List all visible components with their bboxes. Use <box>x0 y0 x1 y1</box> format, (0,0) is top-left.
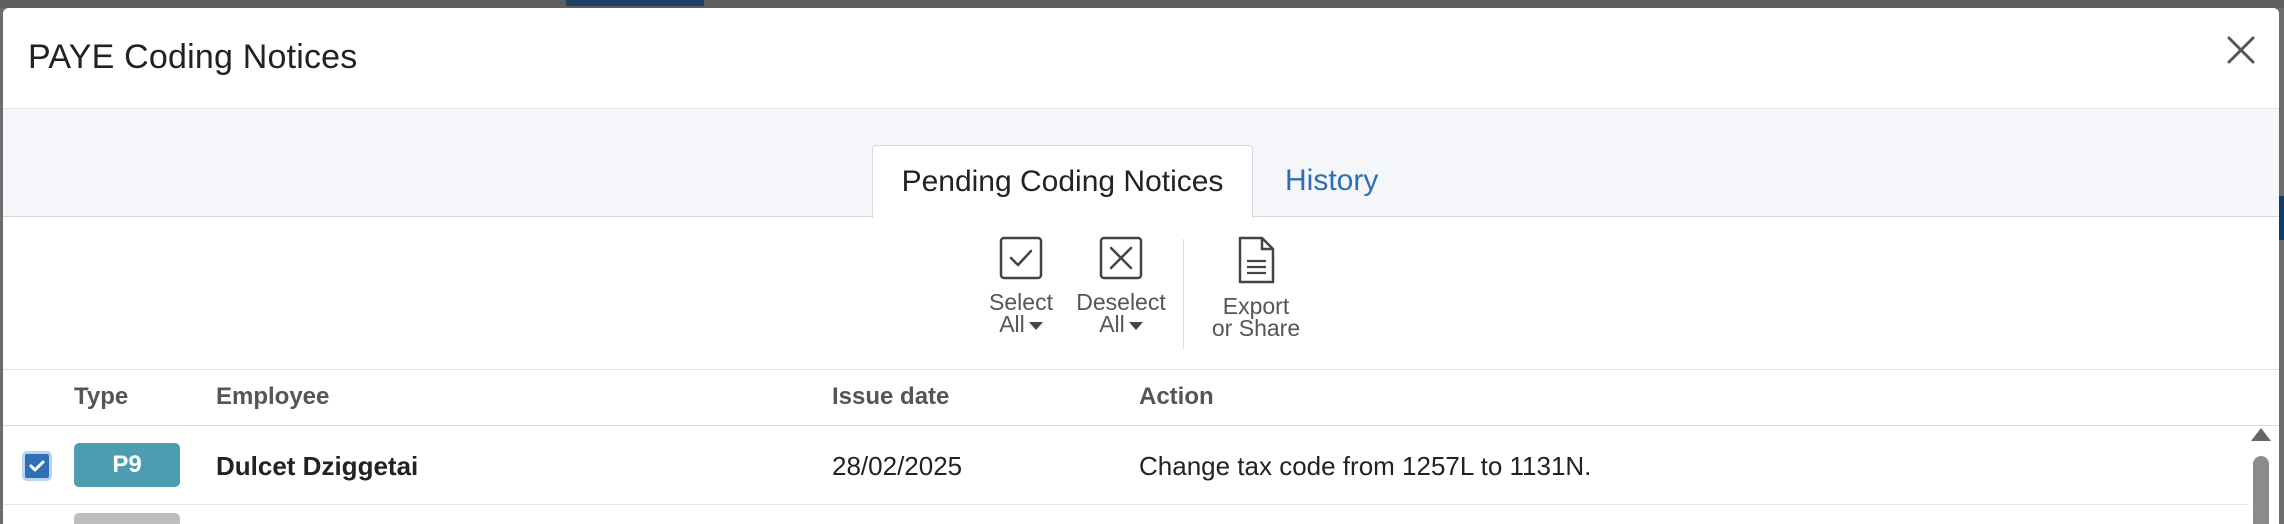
checkbox-check-icon <box>999 236 1043 280</box>
toolbar-divider <box>1183 239 1184 349</box>
issue-date: 28/02/2025 <box>832 451 963 481</box>
row-checkbox[interactable] <box>22 451 52 481</box>
action-text: Change tax code from 1257L to 1131N. <box>1139 451 1592 481</box>
column-header-action[interactable]: Action <box>1139 383 1214 411</box>
tab-history[interactable]: History <box>1259 145 1404 217</box>
deselect-all-label-2: All <box>1099 311 1125 337</box>
export-or-share-button[interactable]: Export or Share <box>1201 235 1311 341</box>
export-label: Export <box>1222 293 1290 319</box>
coding-notices-modal: PAYE Coding Notices Pending Coding Notic… <box>3 8 2279 524</box>
modal-header: PAYE Coding Notices <box>3 8 2279 109</box>
document-icon <box>1238 236 1275 284</box>
deselect-all-button[interactable]: Deselect All <box>1071 235 1171 337</box>
column-header-type[interactable]: Type <box>74 383 128 411</box>
tab-bar: Pending Coding Notices History <box>3 109 2279 218</box>
select-all-button[interactable]: Select All <box>981 235 1061 337</box>
tab-pending-coding-notices[interactable]: Pending Coding Notices <box>872 145 1253 218</box>
backdrop-accent <box>566 0 704 6</box>
checkbox-x-icon <box>1099 236 1143 280</box>
modal-title: PAYE Coding Notices <box>28 38 358 76</box>
type-badge: P9 <box>74 443 180 487</box>
scrollbar-thumb[interactable] <box>2253 456 2269 524</box>
next-row-type-badge <box>74 513 180 524</box>
checkmark-icon <box>29 460 45 472</box>
scroll-up-arrow-icon[interactable] <box>2251 428 2271 441</box>
page-backdrop <box>0 0 2284 8</box>
close-button[interactable] <box>2221 30 2261 70</box>
export-label-2: or Share <box>1211 315 1301 341</box>
column-header-employee[interactable]: Employee <box>216 383 329 411</box>
employee-name: Dulcet Dziggetai <box>216 451 419 481</box>
toolbar: Select All Deselect All Export or Share <box>3 217 2279 370</box>
caret-down-icon <box>1028 321 1043 330</box>
select-all-label-2: All <box>999 311 1025 337</box>
deselect-all-label: Deselect <box>1076 289 1166 315</box>
table-row[interactable]: P9 Dulcet Dziggetai 28/02/2025 Change ta… <box>3 426 2249 505</box>
caret-down-icon <box>1128 321 1143 330</box>
select-all-label: Select <box>989 289 1053 315</box>
close-icon <box>2227 36 2255 64</box>
table-header: Type Employee Issue date Action <box>3 370 2279 426</box>
column-header-issue-date[interactable]: Issue date <box>832 383 949 411</box>
